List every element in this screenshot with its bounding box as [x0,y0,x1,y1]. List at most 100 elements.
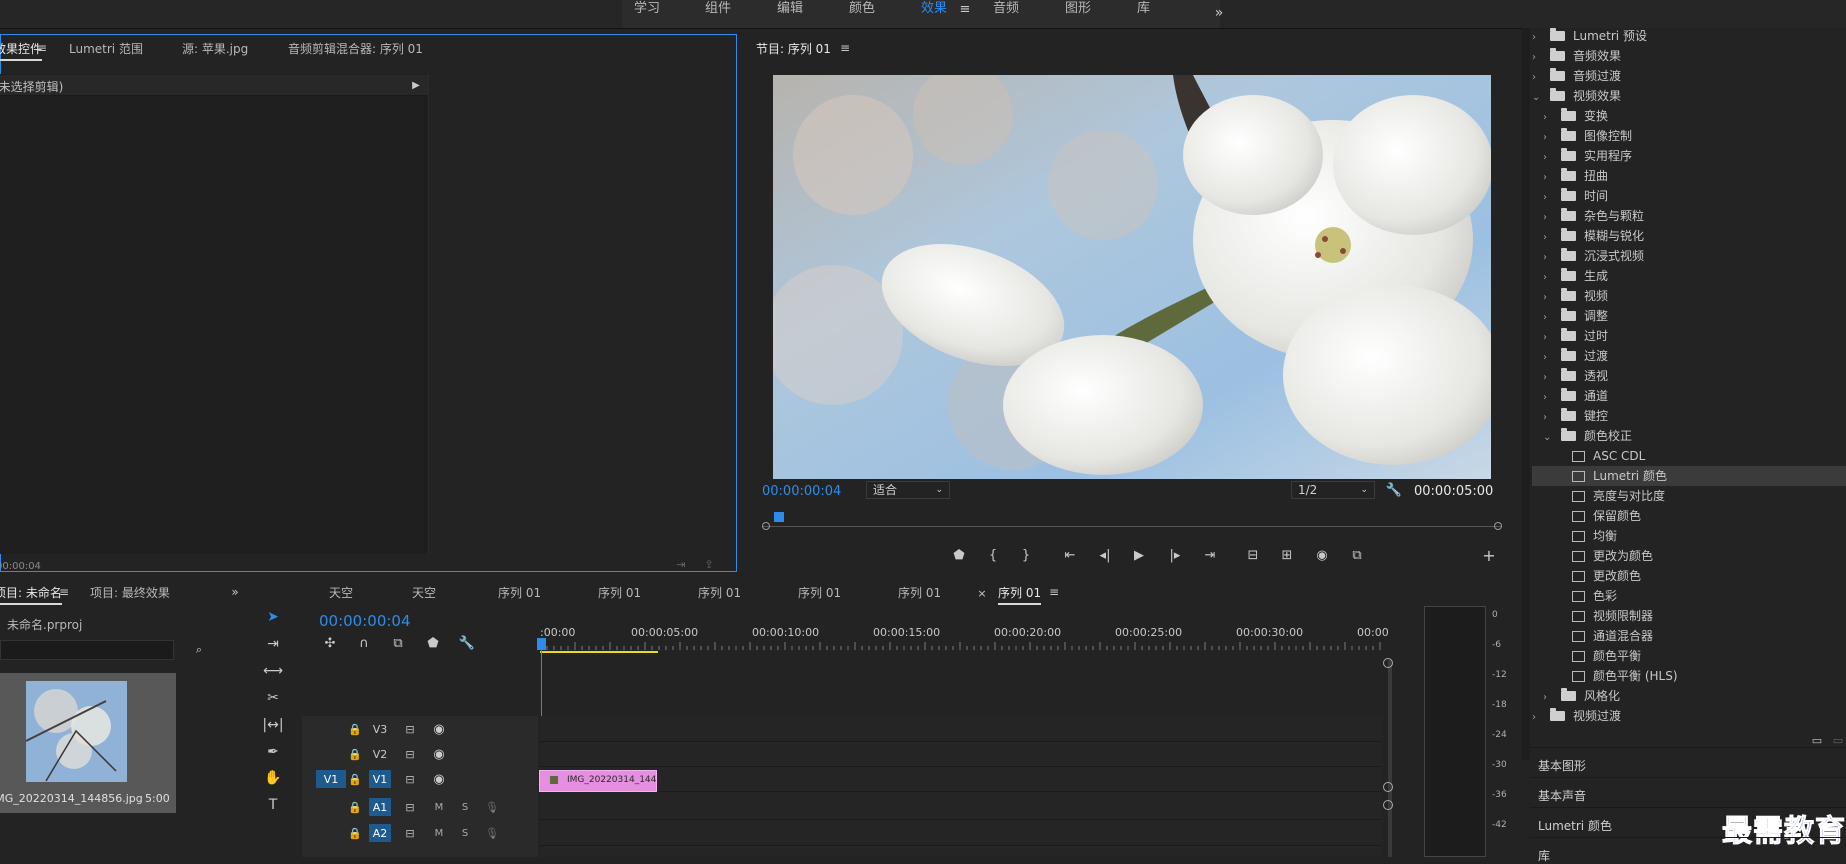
chevron-right-icon[interactable]: › [1543,148,1555,168]
step-back-icon[interactable]: ◂| [1094,546,1116,564]
chevron-right-icon[interactable]: › [1532,48,1544,68]
chevron-right-icon[interactable]: › [1543,108,1555,128]
chevron-right-icon[interactable]: › [1543,348,1555,368]
effects-item[interactable]: 颜色平衡 (HLS) [1554,666,1678,686]
extract-icon[interactable]: ⊞ [1276,546,1298,564]
effects-item[interactable]: 色彩 [1554,586,1617,606]
effects-folder[interactable]: › 模糊与锐化 [1543,226,1644,246]
more-panels-icon[interactable]: » [228,584,242,600]
timeline-tab-6[interactable]: 序列 01 [898,584,941,603]
go-to-out-icon[interactable]: ⇥ [1199,546,1221,564]
play-icon[interactable]: ▶ [1128,546,1150,564]
nest-toggle-icon[interactable]: ✣ [319,634,341,652]
comparison-view-icon[interactable]: ⧉ [1346,546,1368,564]
eye-icon[interactable]: ◉ [428,720,450,738]
effects-section-3[interactable]: 库 [1538,847,1550,864]
add-marker-icon[interactable]: ⬟ [948,546,970,564]
eye-icon[interactable]: ◉ [428,770,450,788]
vscroll-handle-top[interactable] [1383,658,1393,668]
track-label[interactable]: V1 [369,770,391,788]
effect-controls-tab-2[interactable]: 源: 苹果.jpg [182,40,248,59]
playhead-timecode[interactable]: 00:00:00:04 [762,484,841,499]
chevron-down-icon[interactable]: ⌄ [1543,428,1555,448]
track-row[interactable] [540,845,1382,846]
effects-folder[interactable]: › 变换 [1543,106,1608,126]
chevron-right-icon[interactable]: › [1543,388,1555,408]
effects-folder[interactable]: › 通道 [1543,386,1608,406]
effects-folder[interactable]: › 视频 [1543,286,1608,306]
mark-in-icon[interactable]: { [982,546,1004,564]
track-row[interactable] [540,741,1382,742]
effects-folder[interactable]: › 风格化 [1543,686,1620,706]
lift-icon[interactable]: ⊟ [1242,546,1264,564]
selection-tool-icon[interactable]: ➤ [262,607,284,627]
chevron-right-icon[interactable]: › [1543,288,1555,308]
panel-menu-icon[interactable]: ≡ [1047,584,1061,600]
add-button-icon[interactable]: + [1480,546,1498,565]
chevron-right-icon[interactable]: › [1532,708,1544,728]
track-label[interactable]: V3 [369,720,391,738]
mic-icon[interactable]: 🎙 [481,824,503,842]
workspace-tab-5[interactable]: 音频 [993,0,1019,18]
effects-folder[interactable]: › 透视 [1543,366,1608,386]
type-tool-icon[interactable]: T [262,795,284,815]
chevron-right-icon[interactable]: › [1543,208,1555,228]
chevron-right-icon[interactable]: › [1543,168,1555,188]
timeline-tab-2[interactable]: 序列 01 [498,584,541,603]
effects-folder[interactable]: › 实用程序 [1543,146,1632,166]
effects-folder[interactable]: › 扭曲 [1543,166,1608,186]
new-bin-icon[interactable]: ▭ [1808,732,1826,748]
program-monitor-title[interactable]: 节目: 序列 01 [756,40,831,57]
effects-scrollbar[interactable] [1522,28,1530,760]
effects-item[interactable]: 均衡 [1554,526,1617,546]
effects-folder[interactable]: › 键控 [1543,406,1608,426]
timeline-tab-3[interactable]: 序列 01 [598,584,641,603]
effects-section-0[interactable]: 基本图形 [1538,757,1586,774]
slip-tool-icon[interactable]: |↔| [262,715,284,735]
share-icon[interactable]: ⇪ [700,556,718,572]
add-marker-icon[interactable]: ⬟ [422,634,444,652]
track-label[interactable]: V2 [369,745,391,763]
effects-item[interactable]: ASC CDL [1554,446,1645,466]
track-select-tool-icon[interactable]: ⇥ [262,634,284,654]
solo-button[interactable]: S [454,824,476,842]
timeline-tab-1[interactable]: 天空 [412,584,436,603]
ripple-edit-tool-icon[interactable]: ⟷ [262,661,284,681]
effects-folder[interactable]: › 图像控制 [1543,126,1632,146]
effects-folder[interactable]: › 沉浸式视频 [1543,246,1644,266]
chevron-right-icon[interactable]: › [1543,248,1555,268]
timeline-tab-0[interactable]: 天空 [329,584,353,603]
effects-item[interactable]: 视频限制器 [1554,606,1653,626]
effects-folder[interactable]: ⌄ 颜色校正 [1543,426,1632,446]
effect-controls-tab-1[interactable]: Lumetri 范围 [69,40,143,59]
effects-item[interactable]: 亮度与对比度 [1554,486,1665,506]
effects-item[interactable]: 颜色平衡 [1554,646,1641,666]
lock-icon[interactable]: 🔒 [344,798,366,816]
effects-folder[interactable]: › 音频过渡 [1532,66,1621,86]
track-row[interactable] [540,766,1382,767]
workspace-tab-3[interactable]: 颜色 [849,0,875,18]
playhead-marker[interactable] [537,638,546,650]
toggle-sync-icon[interactable]: ⊟ [399,770,421,788]
vscroll-handle-bottom[interactable] [1383,782,1393,792]
delete-icon[interactable]: ▭ [1830,732,1846,748]
chevron-right-icon[interactable]: › [1532,28,1544,48]
more-workspaces-icon[interactable]: » [1205,3,1233,23]
razor-tool-icon[interactable]: ✂ [262,688,284,708]
lock-icon[interactable]: 🔒 [344,824,366,842]
effects-folder[interactable]: › 调整 [1543,306,1608,326]
timeline-tab-5[interactable]: 序列 01 [798,584,841,603]
effects-item[interactable]: 更改为颜色 [1554,546,1653,566]
chevron-right-icon[interactable]: › [1543,408,1555,428]
chevron-right-icon[interactable]: › [1532,68,1544,88]
panel-menu-icon[interactable]: ≡ [838,40,852,56]
timeline-settings-icon[interactable]: 🔧 [456,634,478,652]
mute-button[interactable]: M [428,824,450,842]
chevron-right-icon[interactable]: › [1543,328,1555,348]
mute-button[interactable]: M [428,798,450,816]
chevron-down-icon[interactable]: ⌄ [1532,88,1544,108]
chevron-right-icon[interactable]: › [1543,228,1555,248]
project-tab-0[interactable]: 项目: 未命名 [0,584,62,605]
chevron-right-icon[interactable]: › [1543,128,1555,148]
effects-folder[interactable]: › 时间 [1543,186,1608,206]
